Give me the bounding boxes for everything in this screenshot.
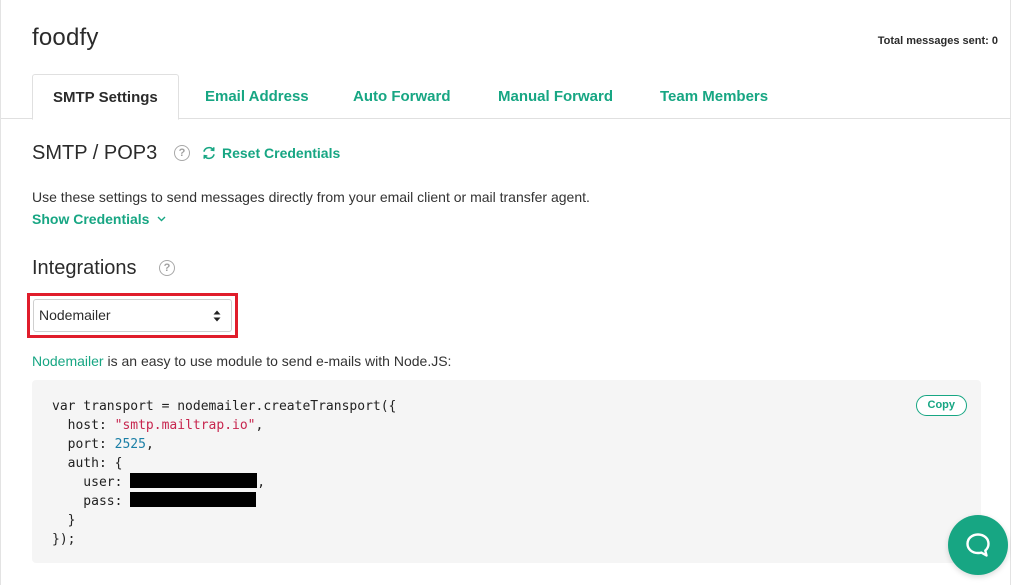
code-key: host: xyxy=(52,418,115,433)
inbox-tabs: SMTP Settings Email Address Auto Forward… xyxy=(1,74,1011,120)
code-line: }); xyxy=(52,532,76,547)
integration-select[interactable]: Nodemailer xyxy=(33,299,232,332)
tab-auto-forward[interactable]: Auto Forward xyxy=(353,74,451,119)
reset-credentials-label: Reset Credentials xyxy=(222,145,341,161)
copy-button[interactable]: Copy xyxy=(915,395,967,416)
app-frame: foodfy Total messages sent: 0 SMTP Setti… xyxy=(0,0,1011,585)
show-credentials-toggle[interactable]: Show Credentials xyxy=(32,211,166,227)
tab-smtp-settings[interactable]: SMTP Settings xyxy=(32,74,179,120)
code-snippet: var transport = nodemailer.createTranspo… xyxy=(32,380,981,563)
tab-team-members[interactable]: Team Members xyxy=(660,74,768,119)
redacted-pass xyxy=(130,492,257,507)
tab-email-address[interactable]: Email Address xyxy=(205,74,309,119)
integration-intro-text: is an easy to use module to send e-mails… xyxy=(103,353,452,369)
chat-button[interactable] xyxy=(948,515,1008,575)
sort-arrows-icon xyxy=(213,310,221,322)
smtp-description: Use these settings to send messages dire… xyxy=(32,189,590,205)
code-key: user: xyxy=(52,475,131,490)
tab-manual-forward[interactable]: Manual Forward xyxy=(498,74,613,119)
integration-selected-value: Nodemailer xyxy=(39,307,111,323)
smtp-help-icon[interactable]: ? xyxy=(174,145,190,161)
chevron-down-icon xyxy=(157,216,166,222)
code-key: pass: xyxy=(52,494,131,509)
code-line: auth: { xyxy=(52,456,123,471)
code-block: var transport = nodemailer.createTranspo… xyxy=(52,399,397,547)
smtp-pop3-heading: SMTP / POP3 xyxy=(32,142,158,164)
code-number: 2525 xyxy=(114,437,146,452)
code-string: "smtp.mailtrap.io" xyxy=(114,418,256,433)
nodemailer-link[interactable]: Nodemailer xyxy=(32,353,104,369)
code-key: port: xyxy=(52,437,115,452)
show-credentials-label: Show Credentials xyxy=(32,211,150,227)
refresh-icon xyxy=(203,146,215,160)
redacted-user xyxy=(130,473,258,488)
reset-credentials-link[interactable]: Reset Credentials xyxy=(202,145,340,161)
chat-bubble-icon xyxy=(966,533,990,557)
integrations-heading: Integrations xyxy=(32,257,137,279)
integration-intro: Nodemailer is an easy to use module to s… xyxy=(32,353,451,369)
integrations-help-icon[interactable]: ? xyxy=(159,260,175,276)
total-messages-sent: Total messages sent: 0 xyxy=(877,35,998,47)
code-line: var transport = nodemailer.createTranspo… xyxy=(52,399,397,414)
code-line: } xyxy=(52,513,76,528)
inbox-header: foodfy Total messages sent: 0 SMTP Setti… xyxy=(1,0,1011,120)
inbox-title: foodfy xyxy=(32,24,99,51)
